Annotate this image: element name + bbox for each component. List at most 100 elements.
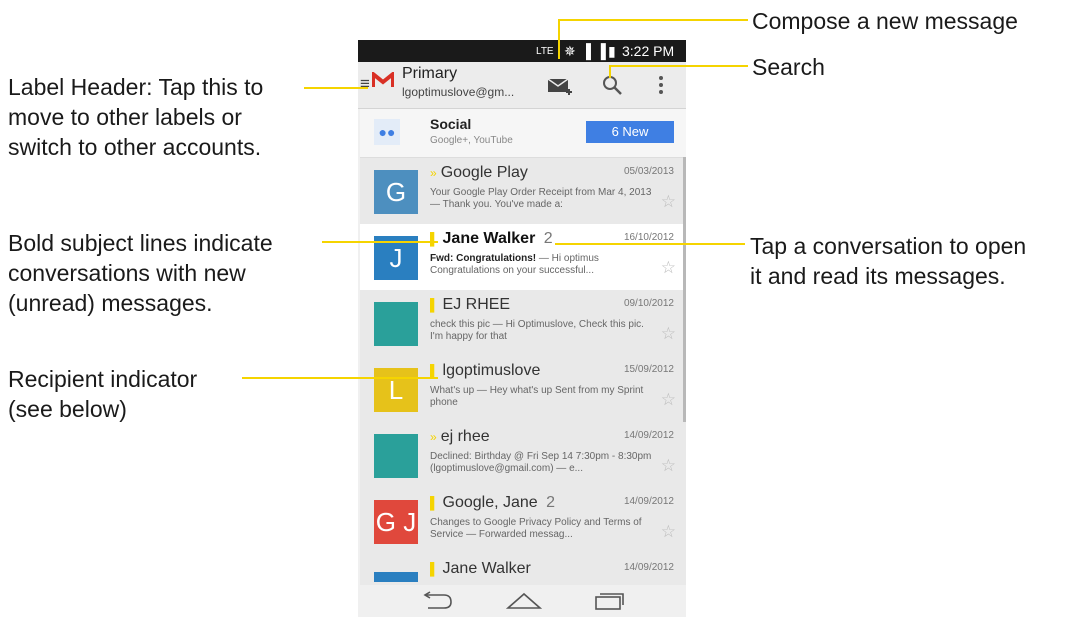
lte-indicator: LTE [536,46,554,57]
social-icon: ●● [374,119,400,145]
compose-callout-line [558,19,560,59]
conversation-row[interactable]: ▌ EJ RHEE 09/10/2012 check this pic — Hi … [360,290,686,357]
social-category[interactable]: ●● Social Google+, YouTube 6 New [360,109,686,158]
callout-label-header-line: switch to other accounts. [8,134,262,160]
conversation-sender: ▌ lgoptimuslove [430,362,544,380]
conversation-snippet: Your Google Play Order Receipt from Mar … [430,187,652,211]
callout-label-header-line: Label Header: Tap this to [8,74,264,100]
conversation-preview: Declined: Birthday @ Fri Sep 14 7:30pm -… [430,451,652,474]
callout-bold-subject-line: (unread) messages. [8,290,213,316]
callout-label-header: Label Header: Tap this to move to other … [8,72,263,162]
battery-icon: ▮ [608,43,616,59]
overflow-icon[interactable] [658,74,664,101]
conversation-row[interactable]: L ▌ lgoptimuslove 15/09/2012 What's up — H… [360,356,686,423]
callout-bold-subject-line: conversations with new [8,260,246,286]
recipient-indicator: » [430,430,437,444]
conversation-date: 09/10/2012 [623,298,674,309]
callout-bold-subject-line: Bold subject lines indicate [8,230,273,256]
conversation-preview: check this pic — Hi Optimuslove, Check t… [430,319,644,342]
conversation-subject: Fwd: Congratulations! [430,253,537,264]
navigation-bar [358,585,686,617]
conversation-snippet: Declined: Birthday @ Fri Sep 14 7:30pm -… [430,451,652,475]
recipient-indicator: ▌ [430,364,439,378]
conversation-date: 16/10/2012 [623,232,674,243]
conversation-preview: Your Google Play Order Receipt from Mar … [430,187,652,210]
menu-icon: ≡ [360,74,370,93]
home-icon[interactable] [505,591,543,616]
star-icon[interactable]: ☆ [661,258,676,278]
compose-icon[interactable] [547,74,573,103]
status-bar: LTE ✵ ▌▐ ▮ 3:22 PM [358,40,686,62]
sender-name: Google, Jane [442,494,538,511]
conversation-list: ●● Social Google+, YouTube 6 New G» Googl… [360,109,686,617]
conversation-snippet: Fwd: Congratulations! — Hi optimus Congr… [430,253,652,277]
conversation-row[interactable]: G J ▌ Google, Jane 2 14/09/2012 Changes to … [360,488,686,555]
conversation-sender: ▌ Google, Jane 2 [430,494,555,512]
conversation-date: 14/09/2012 [623,430,674,441]
conversation-row[interactable]: » ej rhee 14/09/2012 Declined: Birthday @… [360,422,686,489]
callout-recipient-line: (see below) [8,396,127,422]
search-callout-line [609,65,611,78]
social-title: Social [430,116,472,132]
conversation-sender: » Google Play [430,164,532,182]
sender-name: Jane Walker [442,560,531,577]
star-icon[interactable]: ☆ [661,390,676,410]
bold-subject-callout-line [322,241,438,243]
callout-tap-conversation: Tap a conversation to open it and read i… [750,231,1026,291]
conversation-sender: » ej rhee [430,428,494,446]
callout-tap-line: it and read its messages. [750,263,1006,289]
callout-search: Search [752,54,825,80]
star-icon[interactable]: ☆ [661,324,676,344]
conversation-date: 14/09/2012 [623,496,674,507]
star-icon[interactable]: ☆ [661,522,676,542]
sender-avatar: L [374,368,418,412]
conversation-sender: ▌ Jane Walker 2 [430,230,553,248]
sender-name: Google Play [440,164,528,181]
sender-name: EJ RHEE [442,296,511,313]
star-icon[interactable]: ☆ [661,192,676,212]
label-header-callout-line [304,87,368,89]
label-header[interactable]: ≡ Primary lgoptimuslove@gm... [358,62,526,108]
conversation-row[interactable]: J ▌ Jane Walker 2 16/10/2012 Fwd: Congratula… [360,224,686,291]
back-icon[interactable] [420,591,454,616]
social-new-badge: 6 New [586,121,674,143]
sync-icon: ✵ [564,43,576,59]
sender-avatar: G [374,170,418,214]
sender-avatar [374,572,418,582]
scrollbar[interactable] [683,157,686,422]
conversation-preview: What's up — Hey what's up Sent from my S… [430,385,644,408]
sender-name: Jane Walker [442,230,536,247]
conversation-date: 05/03/2013 [623,166,674,177]
signal-icon: ▌▐ [586,43,606,59]
callout-recipient: Recipient indicator (see below) [8,364,197,424]
action-bar: ≡ Primary lgoptimuslove@gm... [358,62,686,109]
sender-name: ej rhee [440,428,490,445]
callout-label-header-line: move to other labels or [8,104,242,130]
recipient-indicator: ▌ [430,298,439,312]
account-email: lgoptimuslove@gm... [402,85,515,99]
recipient-callout-line [242,377,438,379]
search-callout-line [609,65,748,67]
star-icon[interactable]: ☆ [661,456,676,476]
conversation-date: 15/09/2012 [623,364,674,375]
recipient-indicator: » [430,166,437,180]
conversation-row[interactable]: G » Google Play 05/03/2013 Your Google Pla… [360,158,686,225]
phone-screen: LTE ✵ ▌▐ ▮ 3:22 PM ≡ Primary lgoptimuslo… [358,40,686,617]
compose-callout-line [558,19,748,21]
conversation-snippet: What's up — Hey what's up Sent from my S… [430,385,652,409]
social-subtitle: Google+, YouTube [430,135,513,146]
callout-recipient-line: Recipient indicator [8,366,198,392]
callout-compose: Compose a new message [752,8,1018,34]
sender-avatar: G J [374,500,418,544]
conversation-snippet: check this pic — Hi Optimuslove, Check t… [430,319,652,343]
search-icon[interactable] [601,74,623,101]
conversation-sender: ▌ Jane Walker [430,560,535,578]
recipient-indicator: ▌ [430,562,439,576]
conversation-snippet: Changes to Google Privacy Policy and Ter… [430,517,652,541]
sender-avatar [374,434,418,478]
conversation-sender: ▌ EJ RHEE [430,296,514,314]
message-count: 2 [546,494,556,511]
clock: 3:22 PM [622,43,675,59]
recent-apps-icon[interactable] [594,591,626,616]
sender-avatar [374,302,418,346]
